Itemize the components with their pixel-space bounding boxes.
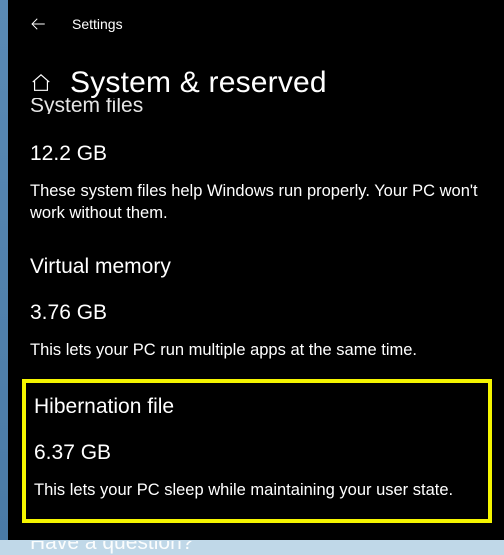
hibernation-size: 6.37 GB xyxy=(34,441,480,465)
settings-window: Settings System & reserved System files … xyxy=(8,0,504,540)
page-header: System & reserved xyxy=(8,66,504,100)
system-files-desc: These system files help Windows run prop… xyxy=(30,180,482,225)
bottom-cutoff-text: Have a question? xyxy=(8,541,504,555)
home-icon[interactable] xyxy=(30,72,52,94)
virtual-memory-size: 3.76 GB xyxy=(30,301,482,325)
virtual-memory-desc: This lets your PC run multiple apps at t… xyxy=(30,339,482,361)
virtual-memory-heading: Virtual memory xyxy=(30,255,482,279)
titlebar-label: Settings xyxy=(72,16,123,32)
hibernation-desc: This lets your PC sleep while maintainin… xyxy=(34,479,480,501)
external-desktop-strip xyxy=(0,0,8,540)
content-area: System files 12.2 GB These system files … xyxy=(8,98,504,361)
hibernation-heading: Hibernation file xyxy=(34,395,480,419)
back-arrow-icon[interactable] xyxy=(28,14,48,34)
page-title: System & reserved xyxy=(70,66,327,100)
highlighted-section: Hibernation file 6.37 GB This lets your … xyxy=(22,379,492,523)
titlebar: Settings xyxy=(8,0,504,48)
system-files-size: 12.2 GB xyxy=(30,142,482,166)
system-files-heading-cutoff: System files xyxy=(30,98,482,114)
